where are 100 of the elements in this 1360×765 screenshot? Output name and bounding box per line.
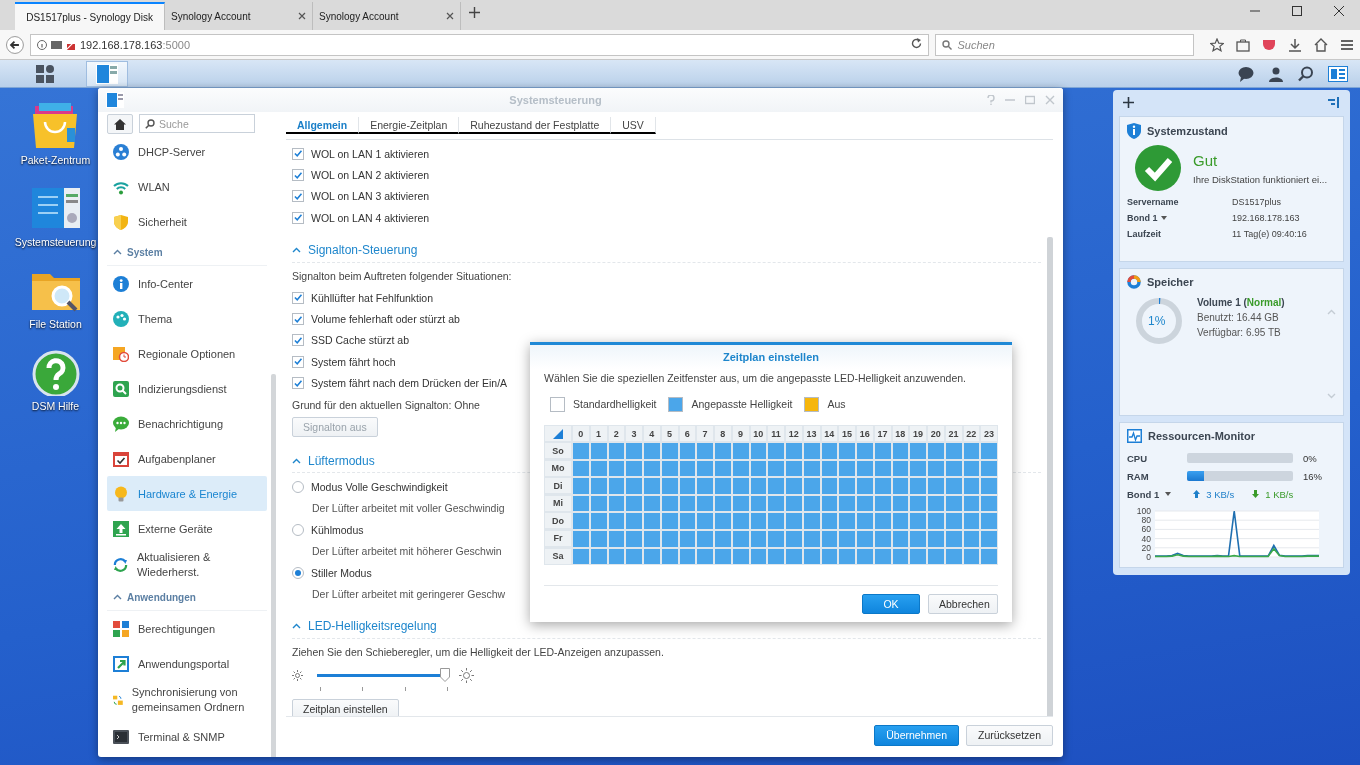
hour-header[interactable]: 16 — [857, 426, 873, 441]
schedule-slot[interactable] — [803, 478, 820, 494]
schedule-slot[interactable] — [910, 460, 926, 477]
sidebar-item[interactable]: Benachrichtigung — [107, 406, 267, 441]
sidebar-item[interactable]: Externe Geräte — [107, 511, 267, 546]
hour-header[interactable]: 15 — [839, 426, 855, 441]
schedule-slot[interactable] — [590, 513, 607, 529]
select-all-icon[interactable] — [553, 428, 563, 439]
schedule-slot[interactable] — [590, 443, 607, 459]
sidebar-item[interactable]: Thema — [107, 301, 267, 336]
checkbox[interactable] — [292, 169, 304, 182]
schedule-slot[interactable] — [608, 513, 625, 529]
schedule-slot[interactable] — [874, 460, 891, 477]
schedule-slot[interactable] — [821, 443, 838, 459]
schedule-slot[interactable] — [963, 495, 980, 512]
schedule-slot[interactable] — [626, 548, 642, 565]
schedule-slot[interactable] — [644, 548, 660, 565]
checkbox[interactable] — [292, 291, 304, 304]
hour-header[interactable]: 17 — [874, 426, 891, 441]
caret-icon[interactable] — [1160, 216, 1167, 220]
schedule-slot[interactable] — [608, 443, 625, 459]
schedule-slot[interactable] — [679, 513, 696, 529]
schedule-slot[interactable] — [573, 495, 589, 512]
schedule-slot[interactable] — [590, 530, 607, 547]
schedule-slot[interactable] — [768, 495, 784, 512]
schedule-slot[interactable] — [626, 530, 642, 547]
hour-header[interactable]: 7 — [697, 426, 713, 441]
hour-header[interactable]: 11 — [768, 426, 784, 441]
schedule-slot[interactable] — [981, 495, 997, 512]
chevron-up-icon[interactable] — [292, 457, 301, 464]
home-icon[interactable] — [114, 118, 126, 130]
section-title[interactable]: LED-Helligkeitsregelung — [308, 619, 437, 634]
cancel-button[interactable]: Abbrechen — [928, 594, 998, 615]
sidebar-item[interactable]: Sicherheit — [107, 204, 267, 239]
schedule-slot[interactable] — [661, 443, 678, 459]
tab[interactable]: Allgemein — [286, 117, 360, 134]
schedule-slot[interactable] — [803, 443, 820, 459]
schedule-slot[interactable] — [821, 530, 838, 547]
interface-label[interactable]: Bond 1 — [1127, 488, 1160, 500]
schedule-slot[interactable] — [910, 548, 926, 565]
close-icon[interactable] — [298, 12, 306, 20]
schedule-slot[interactable] — [732, 548, 749, 565]
day-header[interactable]: Do — [545, 513, 571, 529]
download-icon[interactable] — [1288, 37, 1302, 52]
schedule-slot[interactable] — [750, 460, 767, 477]
checkbox[interactable] — [292, 190, 304, 203]
checkbox[interactable] — [292, 313, 304, 326]
schedule-slot[interactable] — [644, 530, 660, 547]
schedule-slot[interactable] — [750, 548, 767, 565]
chevron-up-icon[interactable] — [292, 623, 301, 630]
hour-header[interactable]: 6 — [679, 426, 696, 441]
sidebar-item[interactable]: Berechtigungen — [107, 611, 267, 646]
schedule-slot[interactable] — [661, 478, 678, 494]
hour-header[interactable]: 22 — [963, 426, 980, 441]
schedule-slot[interactable] — [892, 443, 909, 459]
schedule-slot[interactable] — [679, 495, 696, 512]
schedule-slot[interactable] — [963, 460, 980, 477]
schedule-slot[interactable] — [963, 548, 980, 565]
schedule-slot[interactable] — [608, 495, 625, 512]
hour-header[interactable]: 5 — [661, 426, 678, 441]
schedule-slot[interactable] — [679, 478, 696, 494]
hour-header[interactable]: 4 — [644, 426, 660, 441]
plus-icon[interactable] — [469, 7, 480, 18]
hour-header[interactable]: 2 — [608, 426, 625, 441]
schedule-slot[interactable] — [715, 495, 731, 512]
plus-icon[interactable] — [1123, 96, 1134, 108]
schedule-slot[interactable] — [750, 478, 767, 494]
sidebar-item[interactable]: Synchronisierung von gemeinsamen Ordnern — [107, 681, 267, 719]
maximize-icon[interactable] — [1292, 6, 1302, 16]
hour-header[interactable]: 20 — [928, 426, 944, 441]
schedule-slot[interactable] — [590, 478, 607, 494]
schedule-slot[interactable] — [715, 548, 731, 565]
schedule-slot[interactable] — [857, 548, 873, 565]
schedule-slot[interactable] — [945, 443, 962, 459]
schedule-slot[interactable] — [697, 495, 713, 512]
close-icon[interactable] — [1334, 6, 1344, 16]
hour-header[interactable]: 13 — [803, 426, 820, 441]
schedule-slot[interactable] — [661, 530, 678, 547]
schedule-slot[interactable] — [715, 530, 731, 547]
day-header[interactable]: Mo — [545, 460, 571, 476]
schedule-slot[interactable] — [821, 495, 838, 512]
schedule-slot[interactable] — [732, 460, 749, 477]
schedule-slot[interactable] — [715, 460, 731, 477]
tab[interactable]: USV — [611, 117, 656, 134]
chevron-up-icon[interactable] — [113, 594, 122, 600]
schedule-slot[interactable] — [803, 548, 820, 565]
schedule-slot[interactable] — [892, 548, 909, 565]
schedule-slot[interactable] — [803, 460, 820, 477]
hour-header[interactable]: 14 — [821, 426, 838, 441]
schedule-slot[interactable] — [821, 478, 838, 494]
schedule-slot[interactable] — [803, 513, 820, 529]
hour-header[interactable]: 8 — [715, 426, 731, 441]
desktop-icon-label[interactable]: File Station — [29, 318, 82, 330]
chevron-down-icon[interactable] — [1327, 393, 1336, 399]
schedule-slot[interactable] — [786, 548, 802, 565]
schedule-slot[interactable] — [750, 443, 767, 459]
action-button[interactable]: Zeitplan einstellen — [292, 699, 399, 716]
reset-button[interactable]: Zurücksetzen — [965, 724, 1053, 746]
schedule-slot[interactable] — [803, 530, 820, 547]
search-icon[interactable] — [1298, 65, 1314, 82]
